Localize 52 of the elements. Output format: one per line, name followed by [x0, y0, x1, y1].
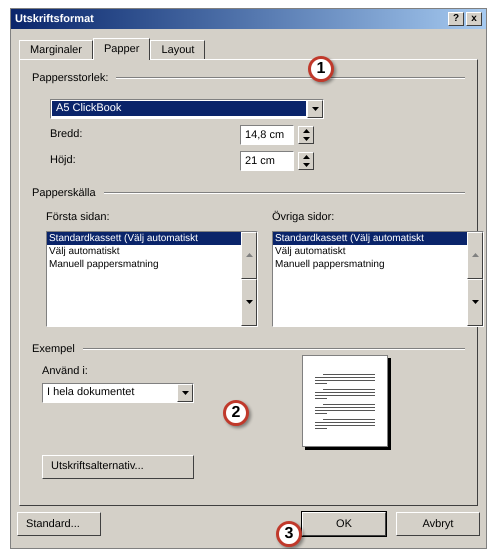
spin-field[interactable]: 21 cm — [240, 150, 294, 170]
caret-icon — [246, 300, 252, 304]
tab[interactable]: Papper — [92, 38, 150, 60]
tab[interactable]: Marginaler — [19, 40, 93, 59]
paper-size-dropdown[interactable]: A5 ClickBook — [50, 98, 324, 118]
caret-icon — [472, 300, 478, 304]
window-title: Utskriftsformat — [15, 12, 94, 27]
close-button[interactable]: x — [466, 12, 482, 26]
dialog-button[interactable]: Avbryt — [396, 512, 480, 536]
group-heading: Papperskälla — [32, 186, 96, 200]
field-label: Använd i: — [42, 364, 89, 379]
group-heading: Exempel — [32, 342, 75, 356]
dropdown-button[interactable] — [177, 384, 193, 402]
tray-listbox[interactable]: Standardkassett (Välj automatiskt Välj automatiskt Manuell pappersmatning — [46, 230, 258, 326]
print-options-button[interactable]: Utskriftsalternativ... — [42, 454, 194, 478]
dropdown-value: A5 ClickBook — [52, 101, 306, 116]
apply-to-dropdown[interactable]: I hela dokumentet — [42, 382, 194, 402]
up-arrow-icon — [302, 128, 310, 132]
field-label: Bredd: — [50, 127, 82, 142]
list-label: Övriga sidor: — [272, 210, 336, 225]
dropdown-button[interactable] — [307, 100, 323, 118]
tab[interactable]: Layout — [150, 40, 206, 59]
scrollbar[interactable] — [241, 232, 257, 326]
caret-icon — [312, 106, 318, 110]
group-heading: Pappersstorlek: — [32, 71, 108, 86]
dropdown-value: I hela dokumentet — [46, 385, 136, 400]
list-item[interactable]: Välj automatiskt — [47, 244, 241, 258]
caret-icon — [182, 390, 188, 394]
field-label: Höjd: — [50, 153, 76, 168]
list-item[interactable]: Välj automatiskt — [273, 244, 467, 258]
tray-listbox[interactable]: Standardkassett (Välj automatiskt Välj automatiskt Manuell pappersmatning — [272, 230, 484, 326]
up-arrow-icon — [472, 253, 478, 257]
list-label: Första sidan: — [46, 210, 111, 225]
spin-field[interactable]: 14,8 cm — [240, 124, 294, 144]
scroll-up-button[interactable] — [467, 232, 483, 278]
list-item[interactable]: Standardkassett (Välj automatiskt — [47, 232, 241, 244]
scrollbar[interactable] — [467, 232, 483, 326]
up-arrow-icon — [302, 154, 310, 158]
list-item[interactable]: Standardkassett (Välj automatiskt — [273, 232, 467, 244]
up-arrow-icon — [246, 253, 252, 257]
help-button[interactable]: ? — [448, 12, 464, 26]
down-arrow-icon — [302, 162, 310, 166]
list-item[interactable]: Manuell pappersmatning — [47, 258, 241, 270]
scroll-down-button[interactable] — [467, 278, 483, 326]
spin-buttons[interactable] — [298, 126, 314, 144]
scroll-down-button[interactable] — [241, 278, 257, 326]
scroll-up-button[interactable] — [241, 232, 257, 278]
dialog-button[interactable]: OK — [302, 512, 386, 536]
list-item[interactable]: Manuell pappersmatning — [273, 258, 467, 270]
dialog-button[interactable]: Standard... — [17, 512, 101, 536]
down-arrow-icon — [302, 136, 310, 140]
spin-buttons[interactable] — [298, 152, 314, 170]
